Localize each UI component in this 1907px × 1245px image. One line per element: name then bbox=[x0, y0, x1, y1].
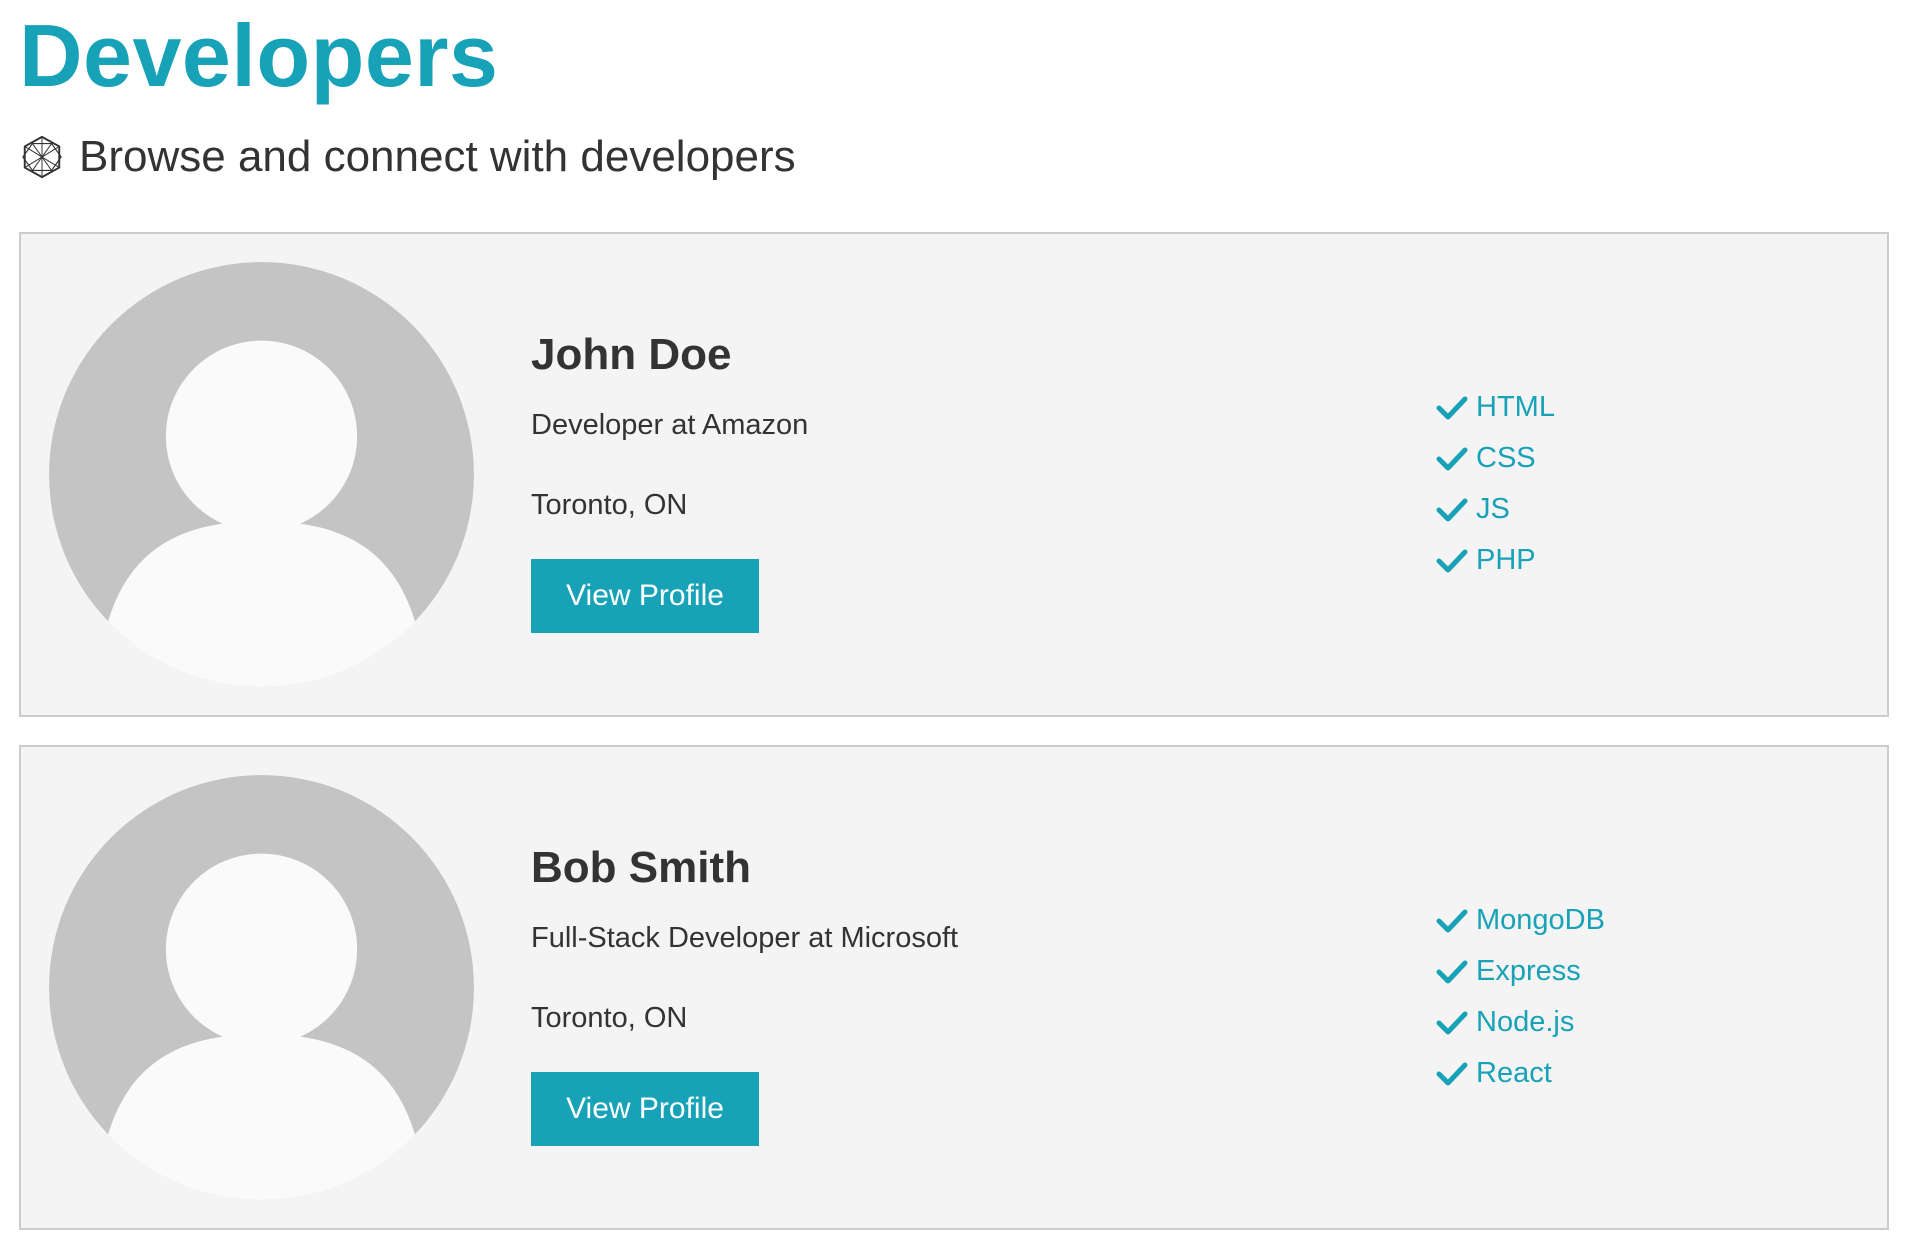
developer-location: Toronto, ON bbox=[531, 489, 688, 521]
check-icon bbox=[1436, 396, 1468, 419]
developer-role: Developer at Amazon bbox=[531, 409, 809, 441]
check-icon bbox=[1436, 549, 1468, 572]
lead-row: Browse and connect with developers bbox=[19, 122, 1888, 192]
skill-item: React bbox=[1436, 1048, 1605, 1099]
profile-card: John Doe Developer at Amazon Toronto, ON… bbox=[19, 232, 1889, 717]
check-icon bbox=[1436, 1062, 1468, 1085]
developer-location: Toronto, ON bbox=[531, 1002, 688, 1034]
check-icon bbox=[1436, 909, 1468, 932]
skill-item: PHP bbox=[1436, 535, 1555, 586]
skills-list: HTML CSS JS PHP bbox=[1436, 382, 1555, 586]
view-profile-button[interactable]: View Profile bbox=[531, 1072, 759, 1146]
check-icon bbox=[1436, 960, 1468, 983]
skills-list: MongoDB Express Node.js React bbox=[1436, 895, 1605, 1099]
developer-role: Full-Stack Developer at Microsoft bbox=[531, 922, 959, 954]
skill-label: HTML bbox=[1476, 391, 1555, 423]
skill-label: CSS bbox=[1476, 442, 1536, 474]
check-icon bbox=[1436, 498, 1468, 521]
default-avatar-icon bbox=[49, 775, 474, 1200]
skill-label: React bbox=[1476, 1057, 1552, 1089]
skill-item: MongoDB bbox=[1436, 895, 1605, 946]
profile-info: John Doe Developer at Amazon Toronto, ON… bbox=[531, 329, 1291, 633]
skill-item: JS bbox=[1436, 484, 1555, 535]
profile-card: Bob Smith Full-Stack Developer at Micros… bbox=[19, 745, 1889, 1230]
check-icon bbox=[1436, 447, 1468, 470]
developer-name: John Doe bbox=[531, 330, 732, 379]
default-avatar-icon bbox=[49, 262, 474, 687]
view-profile-button[interactable]: View Profile bbox=[531, 559, 759, 633]
lead-text: Browse and connect with developers bbox=[79, 132, 796, 181]
developer-name: Bob Smith bbox=[531, 843, 751, 892]
check-icon bbox=[1436, 1011, 1468, 1034]
skill-label: Express bbox=[1476, 955, 1581, 987]
skill-label: PHP bbox=[1476, 544, 1536, 576]
network-icon bbox=[22, 135, 62, 179]
skill-label: MongoDB bbox=[1476, 904, 1605, 936]
skill-label: JS bbox=[1476, 493, 1510, 525]
skill-label: Node.js bbox=[1476, 1006, 1575, 1038]
profile-info: Bob Smith Full-Stack Developer at Micros… bbox=[531, 842, 1291, 1146]
skill-item: Node.js bbox=[1436, 997, 1605, 1048]
skill-item: CSS bbox=[1436, 433, 1555, 484]
developers-page: Developers Browse and connect with devel… bbox=[0, 0, 1907, 1245]
skill-item: HTML bbox=[1436, 382, 1555, 433]
developer-list: John Doe Developer at Amazon Toronto, ON… bbox=[19, 232, 1889, 1230]
skill-item: Express bbox=[1436, 946, 1605, 997]
page-title: Developers bbox=[19, 6, 499, 105]
